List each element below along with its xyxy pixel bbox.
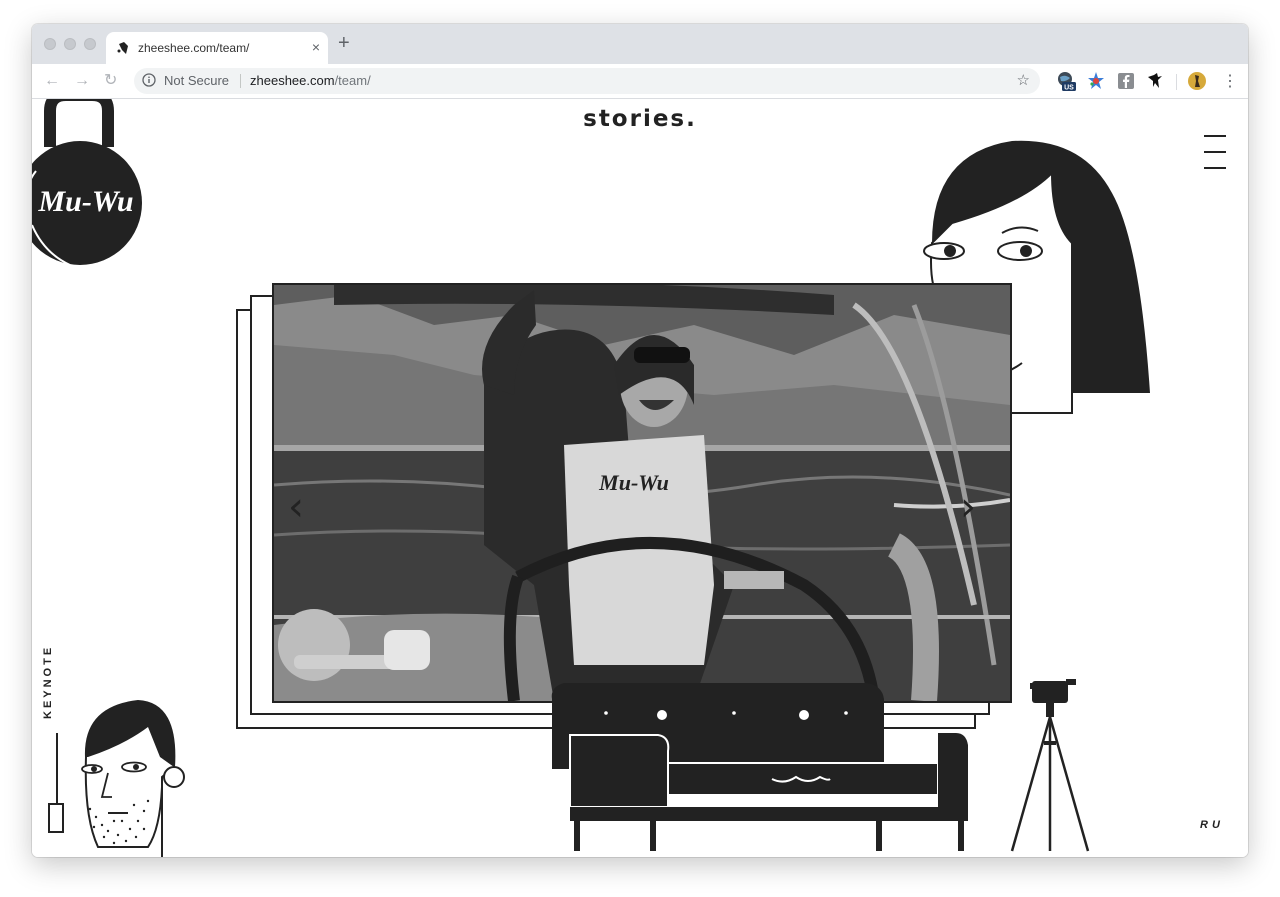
language-switch-ru[interactable]: RU bbox=[1200, 819, 1224, 831]
browser-toolbar: ← → ↻ Not Secure zheeshee.com/team/ ☆ US bbox=[32, 64, 1248, 99]
toolbar-divider bbox=[1176, 74, 1177, 90]
address-bar[interactable]: Not Secure zheeshee.com/team/ ☆ bbox=[134, 68, 1040, 94]
logo-text: Mu-Wu bbox=[37, 185, 133, 218]
security-status: Not Secure bbox=[164, 73, 230, 88]
info-icon[interactable] bbox=[142, 73, 156, 87]
hamburger-line bbox=[1204, 167, 1226, 169]
url-host: zheeshee.com bbox=[250, 73, 335, 88]
vpn-badge-text: US bbox=[1064, 84, 1074, 91]
reload-button[interactable]: ↻ bbox=[104, 72, 117, 90]
hamburger-line bbox=[1204, 151, 1226, 153]
bird-extension-icon[interactable] bbox=[1145, 71, 1165, 91]
tab-title: zheeshee.com/team/ bbox=[138, 41, 250, 55]
colorful-star-extension-icon[interactable] bbox=[1086, 71, 1106, 91]
tripod-camera-illustration bbox=[1010, 679, 1090, 852]
chevron-left-icon[interactable]: ‹ bbox=[288, 487, 304, 527]
back-button[interactable]: ← bbox=[44, 72, 60, 90]
vpn-extension-icon[interactable]: US bbox=[1056, 71, 1076, 91]
page-content: Mu-Wu stories. Mu-Wu ‹ › KEYNOTE RU bbox=[32, 99, 1248, 857]
page-title: stories. bbox=[583, 106, 697, 132]
new-tab-button[interactable]: + bbox=[338, 32, 350, 54]
tab-bar: zheeshee.com/team/ × + bbox=[32, 24, 1248, 64]
zoom-window-button[interactable] bbox=[84, 38, 96, 50]
bookmark-star-icon[interactable]: ☆ bbox=[1017, 71, 1030, 89]
keynote-label[interactable]: KEYNOTE bbox=[42, 645, 54, 719]
omnibox-divider bbox=[240, 74, 241, 88]
sofa-illustration bbox=[551, 683, 968, 851]
url-text[interactable]: zheeshee.com/team/ bbox=[250, 73, 371, 88]
chevron-right-icon[interactable]: › bbox=[960, 487, 976, 527]
close-window-button[interactable] bbox=[44, 38, 56, 50]
browser-menu-icon[interactable]: ⋮ bbox=[1222, 71, 1238, 91]
url-path: /team/ bbox=[334, 73, 371, 88]
minimize-window-button[interactable] bbox=[64, 38, 76, 50]
sailing-photo-illustration: Mu-Wu bbox=[274, 285, 1010, 701]
man-character-illustration bbox=[81, 699, 185, 857]
story-photo: Mu-Wu bbox=[272, 283, 1012, 703]
browser-tab[interactable]: zheeshee.com/team/ × bbox=[106, 32, 328, 64]
keynote-line bbox=[56, 733, 58, 803]
facebook-extension-icon[interactable] bbox=[1116, 71, 1136, 91]
browser-window: zheeshee.com/team/ × + ← → ↻ Not Secure … bbox=[32, 24, 1248, 857]
keynote-box bbox=[48, 803, 64, 833]
profile-avatar-icon[interactable] bbox=[1187, 71, 1207, 91]
tab-close-icon[interactable]: × bbox=[312, 39, 320, 55]
forward-button[interactable]: → bbox=[74, 72, 90, 90]
hamburger-icon[interactable] bbox=[1204, 135, 1226, 171]
shirt-logo-text: Mu-Wu bbox=[598, 470, 669, 495]
site-favicon-icon bbox=[117, 42, 128, 54]
hamburger-line bbox=[1204, 135, 1226, 137]
